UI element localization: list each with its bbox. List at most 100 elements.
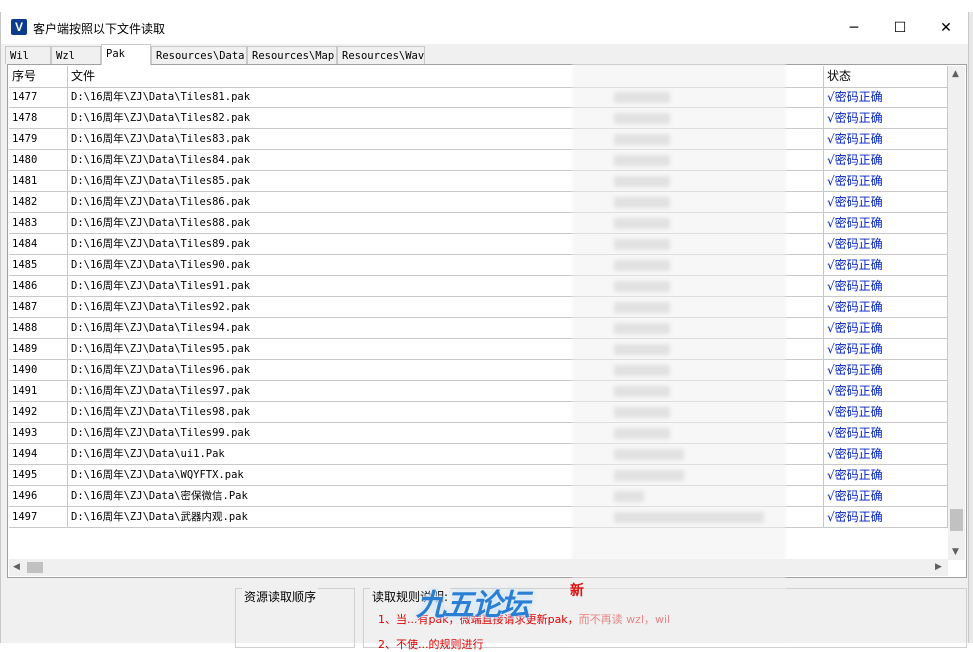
minimize-button[interactable]: ─	[831, 12, 877, 44]
row-file-path: D:\16周年\ZJ\Data\Tiles97.pak	[68, 381, 824, 401]
row-file-path-text: D:\16周年\ZJ\Data\Tiles95.pak	[71, 343, 251, 355]
row-file-path: D:\16周年\ZJ\Data\Tiles83.pak	[68, 129, 824, 149]
row-file-path-text: D:\16周年\ZJ\Data\Tiles99.pak	[71, 427, 251, 439]
table-row[interactable]: 1479 D:\16周年\ZJ\Data\Tiles83.pak √密码正确	[9, 129, 948, 150]
scroll-left-icon[interactable]: ◀	[13, 562, 20, 572]
table-row[interactable]: 1488 D:\16周年\ZJ\Data\Tiles94.pak √密码正确	[9, 318, 948, 339]
row-index: 1477	[9, 87, 68, 107]
row-file-path-text: D:\16周年\ZJ\Data\Tiles96.pak	[71, 364, 251, 376]
background-window-edge	[0, 0, 973, 12]
table-row[interactable]: 1487 D:\16周年\ZJ\Data\Tiles92.pak √密码正确	[9, 297, 948, 318]
row-status: √密码正确	[824, 402, 948, 422]
header-file[interactable]: 文件	[68, 66, 824, 87]
row-status: √密码正确	[824, 381, 948, 401]
redacted-value	[614, 491, 644, 502]
row-status: √密码正确	[824, 297, 948, 317]
table-row[interactable]: 1489 D:\16周年\ZJ\Data\Tiles95.pak √密码正确	[9, 339, 948, 360]
table-row[interactable]: 1483 D:\16周年\ZJ\Data\Tiles88.pak √密码正确	[9, 213, 948, 234]
window-title: 客户端按照以下文件读取	[33, 22, 166, 36]
row-status: √密码正确	[824, 234, 948, 254]
redacted-value	[614, 281, 670, 292]
header-status[interactable]: 状态	[824, 66, 948, 87]
table-row[interactable]: 1482 D:\16周年\ZJ\Data\Tiles86.pak √密码正确	[9, 192, 948, 213]
table-row[interactable]: 1480 D:\16周年\ZJ\Data\Tiles84.pak √密码正确	[9, 150, 948, 171]
row-file-path-text: D:\16周年\ZJ\Data\Tiles85.pak	[71, 175, 251, 187]
row-status: √密码正确	[824, 108, 948, 128]
table-row[interactable]: 1490 D:\16周年\ZJ\Data\Tiles96.pak √密码正确	[9, 360, 948, 381]
horizontal-scrollbar[interactable]: ◀ ▶	[9, 559, 948, 576]
row-index: 1478	[9, 108, 68, 128]
redacted-value	[614, 323, 670, 334]
row-status: √密码正确	[824, 213, 948, 233]
table-row[interactable]: 1485 D:\16周年\ZJ\Data\Tiles90.pak √密码正确	[9, 255, 948, 276]
row-file-path: D:\16周年\ZJ\Data\Tiles98.pak	[68, 402, 824, 422]
row-index: 1480	[9, 150, 68, 170]
table-row[interactable]: 1493 D:\16周年\ZJ\Data\Tiles99.pak √密码正确	[9, 423, 948, 444]
scroll-down-icon[interactable]: ▼	[952, 547, 959, 557]
tab-wil[interactable]: Wil	[5, 46, 51, 64]
row-file-path: D:\16周年\ZJ\Data\Tiles84.pak	[68, 150, 824, 170]
row-file-path: D:\16周年\ZJ\Data\Tiles89.pak	[68, 234, 824, 254]
horizontal-scroll-thumb[interactable]	[27, 562, 43, 573]
redacted-value	[614, 470, 684, 481]
row-status: √密码正确	[824, 507, 948, 527]
row-file-path: D:\16周年\ZJ\Data\WQYFTX.pak	[68, 465, 824, 485]
table-row[interactable]: 1484 D:\16周年\ZJ\Data\Tiles89.pak √密码正确	[9, 234, 948, 255]
row-index: 1496	[9, 486, 68, 506]
redacted-value	[614, 428, 670, 439]
row-file-path-text: D:\16周年\ZJ\Data\Tiles89.pak	[71, 238, 251, 250]
scroll-up-icon[interactable]: ▲	[952, 69, 959, 79]
row-file-path-text: D:\16周年\ZJ\Data\武器内观.pak	[71, 511, 248, 523]
table-row[interactable]: 1477 D:\16周年\ZJ\Data\Tiles81.pak √密码正确	[9, 87, 948, 108]
table-row[interactable]: 1497 D:\16周年\ZJ\Data\武器内观.pak √密码正确	[9, 507, 948, 528]
table-row[interactable]: 1492 D:\16周年\ZJ\Data\Tiles98.pak √密码正确	[9, 402, 948, 423]
tab-resources-data[interactable]: Resources\Data	[151, 46, 247, 64]
row-file-path-text: D:\16周年\ZJ\Data\Tiles81.pak	[71, 91, 251, 103]
row-status: √密码正确	[824, 318, 948, 338]
app-logo-icon: V	[11, 19, 27, 35]
tab-pak[interactable]: Pak	[101, 44, 151, 65]
row-file-path-text: D:\16周年\ZJ\Data\Tiles94.pak	[71, 322, 251, 334]
row-status: √密码正确	[824, 465, 948, 485]
redacted-value	[614, 302, 670, 313]
table-row[interactable]: 1496 D:\16周年\ZJ\Data\密保微信.Pak √密码正确	[9, 486, 948, 507]
tab-resources-wav[interactable]: Resources\Wav	[337, 46, 425, 64]
table-row[interactable]: 1495 D:\16周年\ZJ\Data\WQYFTX.pak √密码正确	[9, 465, 948, 486]
row-file-path-text: D:\16周年\ZJ\Data\ui1.Pak	[71, 448, 225, 460]
row-status: √密码正确	[824, 171, 948, 191]
row-index: 1488	[9, 318, 68, 338]
redacted-value	[614, 155, 670, 166]
watermark-text: 九五论坛	[416, 588, 530, 623]
row-file-path: D:\16周年\ZJ\Data\Tiles99.pak	[68, 423, 824, 443]
row-index: 1486	[9, 276, 68, 296]
row-file-path-text: D:\16周年\ZJ\Data\Tiles98.pak	[71, 406, 251, 418]
redacted-value	[614, 92, 670, 103]
background-window-edge-right	[969, 12, 973, 643]
redacted-value	[614, 197, 670, 208]
row-status: √密码正确	[824, 486, 948, 506]
row-file-path: D:\16周年\ZJ\Data\Tiles91.pak	[68, 276, 824, 296]
row-index: 1479	[9, 129, 68, 149]
table-row[interactable]: 1481 D:\16周年\ZJ\Data\Tiles85.pak √密码正确	[9, 171, 948, 192]
header-index[interactable]: 序号	[9, 66, 68, 87]
vertical-scroll-thumb[interactable]	[950, 509, 963, 531]
row-index: 1481	[9, 171, 68, 191]
table-row[interactable]: 1486 D:\16周年\ZJ\Data\Tiles91.pak √密码正确	[9, 276, 948, 297]
table-row[interactable]: 1491 D:\16周年\ZJ\Data\Tiles97.pak √密码正确	[9, 381, 948, 402]
redacted-value	[614, 134, 670, 145]
table-row[interactable]: 1478 D:\16周年\ZJ\Data\Tiles82.pak √密码正确	[9, 108, 948, 129]
file-table[interactable]: 序号 文件 状态 1477 D:\16周年\ZJ\Data\Tiles81.pak…	[9, 66, 948, 544]
close-button[interactable]: ✕	[923, 12, 969, 44]
title-bar[interactable]: V 客户端按照以下文件读取 ─ ☐ ✕	[1, 12, 968, 44]
row-index: 1493	[9, 423, 68, 443]
row-index: 1497	[9, 507, 68, 527]
table-row[interactable]: 1494 D:\16周年\ZJ\Data\ui1.Pak √密码正确	[9, 444, 948, 465]
vertical-scrollbar[interactable]: ▲ ▼	[948, 66, 965, 560]
maximize-button[interactable]: ☐	[877, 12, 923, 44]
tab-wzl[interactable]: Wzl	[51, 46, 101, 64]
row-file-path: D:\16周年\ZJ\Data\Tiles88.pak	[68, 213, 824, 233]
table-header: 序号 文件 状态	[9, 66, 948, 88]
tab-resources-map[interactable]: Resources\Map	[247, 46, 337, 64]
scroll-right-icon[interactable]: ▶	[935, 562, 942, 572]
row-index: 1485	[9, 255, 68, 275]
